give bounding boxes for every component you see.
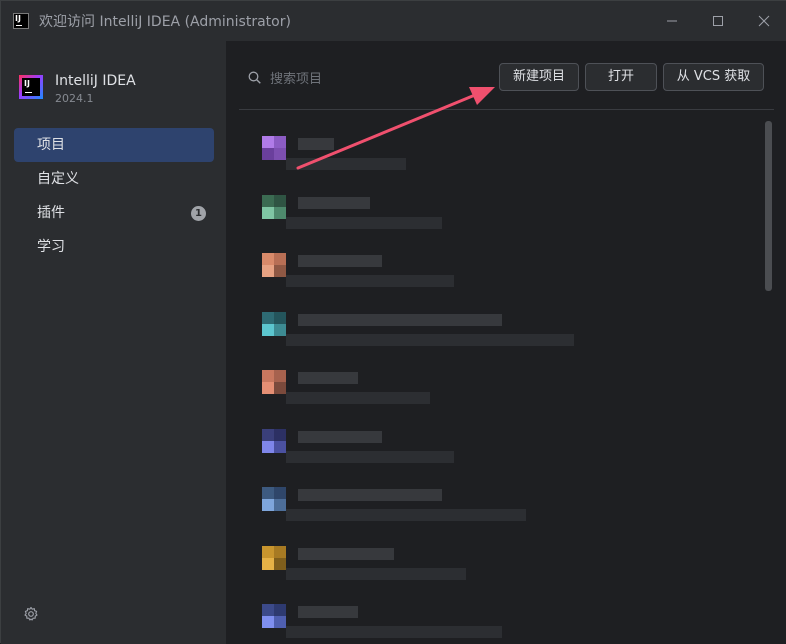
gear-icon: [24, 606, 38, 621]
minimize-icon: [667, 20, 677, 22]
search-field[interactable]: 搜索项目: [248, 68, 322, 87]
project-name-redacted: [298, 138, 334, 150]
project-path-redacted: [286, 626, 502, 638]
project-avatar-icon: [262, 428, 286, 453]
recent-project-item[interactable]: [262, 311, 592, 368]
recent-project-item[interactable]: [262, 370, 592, 426]
sidebar-item-customize[interactable]: 自定义: [14, 162, 214, 196]
recent-project-item[interactable]: [262, 428, 592, 485]
project-path-redacted: [286, 216, 442, 229]
recent-project-item[interactable]: [262, 194, 592, 251]
intellij-idea-logo-icon: [19, 75, 43, 99]
minimize-button[interactable]: [649, 1, 695, 41]
recent-project-item[interactable]: [262, 604, 592, 644]
project-path-redacted: [286, 509, 526, 521]
scrollbar[interactable]: [765, 121, 772, 291]
search-icon: [248, 71, 261, 84]
window-title: 欢迎访问 IntelliJ IDEA (Administrator): [39, 14, 291, 30]
search-input[interactable]: 搜索项目: [270, 68, 322, 87]
get-from-vcs-button[interactable]: 从 VCS 获取: [663, 63, 764, 91]
project-path-redacted: [286, 275, 454, 287]
sidebar-item-label: 插件: [37, 205, 65, 221]
project-avatar-icon: [262, 253, 286, 277]
sidebar: IntelliJ IDEA 2024.1 项目 自定义 插件 1 学习: [1, 41, 226, 644]
project-name-redacted: [298, 255, 382, 267]
project-avatar-icon: [262, 370, 286, 394]
intellij-logo-icon: [13, 13, 29, 29]
title-bar[interactable]: 欢迎访问 IntelliJ IDEA (Administrator): [1, 1, 786, 41]
recent-project-item[interactable]: [262, 253, 592, 309]
product-version: 2024.1: [55, 92, 94, 105]
project-name-redacted: [298, 430, 382, 443]
project-avatar-icon: [262, 194, 286, 219]
brand: IntelliJ IDEA 2024.1: [19, 73, 136, 105]
maximize-button[interactable]: [695, 1, 741, 41]
recent-project-item[interactable]: [262, 545, 592, 602]
sidebar-item-plugins[interactable]: 插件 1: [14, 196, 214, 230]
project-avatar-icon: [262, 545, 286, 570]
divider: [239, 109, 774, 110]
project-name-redacted: [298, 196, 370, 209]
maximize-icon: [713, 16, 723, 26]
project-name-redacted: [298, 489, 442, 501]
project-path-redacted: [286, 333, 574, 346]
new-project-button[interactable]: 新建项目: [499, 63, 579, 91]
sidebar-item-label: 项目: [37, 137, 65, 153]
recent-projects-list: [226, 121, 766, 644]
project-name-redacted: [298, 372, 358, 384]
project-name-redacted: [298, 606, 358, 618]
project-avatar-icon: [262, 311, 286, 336]
close-icon: [758, 15, 770, 27]
close-button[interactable]: [741, 1, 786, 41]
project-path-redacted: [286, 158, 406, 170]
project-avatar-icon: [262, 487, 286, 511]
project-path-redacted: [286, 392, 430, 404]
window-controls: [649, 1, 786, 41]
sidebar-item-label: 自定义: [37, 171, 79, 187]
sidebar-nav: 项目 自定义 插件 1 学习: [14, 128, 214, 264]
product-name: IntelliJ IDEA: [55, 73, 136, 89]
recent-project-item[interactable]: [262, 487, 592, 543]
project-path-redacted: [286, 450, 454, 463]
project-name-redacted: [298, 313, 502, 326]
open-button[interactable]: 打开: [585, 63, 657, 91]
welcome-window: 欢迎访问 IntelliJ IDEA (Administrator) Intel…: [0, 0, 786, 644]
project-avatar-icon: [262, 136, 286, 160]
recent-project-item[interactable]: [262, 136, 592, 192]
project-name-redacted: [298, 547, 394, 560]
sidebar-item-learn[interactable]: 学习: [14, 230, 214, 264]
sidebar-item-projects[interactable]: 项目: [14, 128, 214, 162]
main-panel: 搜索项目 新建项目 打开 从 VCS 获取: [226, 41, 786, 644]
plugins-update-badge: 1: [191, 206, 206, 221]
project-avatar-icon: [262, 604, 286, 628]
sidebar-item-label: 学习: [37, 239, 65, 255]
project-path-redacted: [286, 567, 466, 580]
settings-button[interactable]: [23, 606, 39, 622]
